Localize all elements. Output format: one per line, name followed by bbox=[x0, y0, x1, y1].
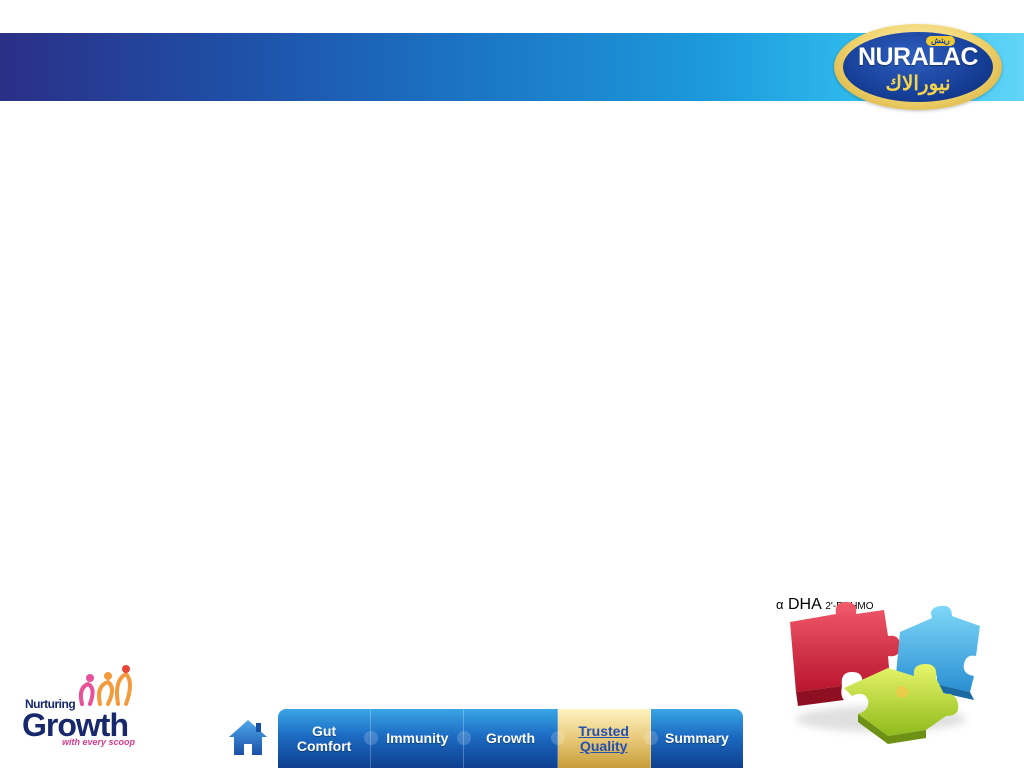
figures-graphic bbox=[78, 665, 132, 706]
home-icon bbox=[229, 720, 267, 755]
home-button[interactable] bbox=[228, 718, 268, 756]
tab-label: Trusted Quality bbox=[578, 722, 629, 754]
tab-trusted-quality[interactable]: Trusted Quality bbox=[557, 709, 658, 768]
logo-arabic-text: نيورالاك bbox=[885, 73, 951, 95]
section-nav-bar: Gut Comfort Immunity Growth Trusted Qual… bbox=[278, 709, 743, 768]
tab-label: Immunity bbox=[386, 730, 449, 746]
tab-label: Gut Comfort bbox=[296, 722, 352, 754]
tab-summary[interactable]: Summary bbox=[650, 709, 743, 768]
tab-label: Growth bbox=[486, 730, 535, 746]
tab-gut-comfort[interactable]: Gut Comfort bbox=[278, 709, 379, 768]
puzzle-knob bbox=[643, 731, 658, 745]
tab-growth[interactable]: Growth bbox=[464, 709, 565, 768]
tab-label: Summary bbox=[665, 730, 729, 746]
puzzle-pieces-graphic bbox=[790, 602, 980, 744]
growth-logo-line3: with every scoop bbox=[62, 737, 136, 747]
tab-immunity[interactable]: Immunity bbox=[371, 709, 472, 768]
puzzle-knob bbox=[550, 731, 565, 745]
nurturing-growth-logo: Nurturing Growth with every scoop bbox=[22, 664, 152, 754]
nuralac-logo: ريتش NURALAC نيورالاك bbox=[834, 24, 1002, 110]
logo-latin-text: NURALAC bbox=[857, 43, 979, 71]
puzzle-illustration: α DHA 2'-FL HMO bbox=[776, 596, 996, 746]
